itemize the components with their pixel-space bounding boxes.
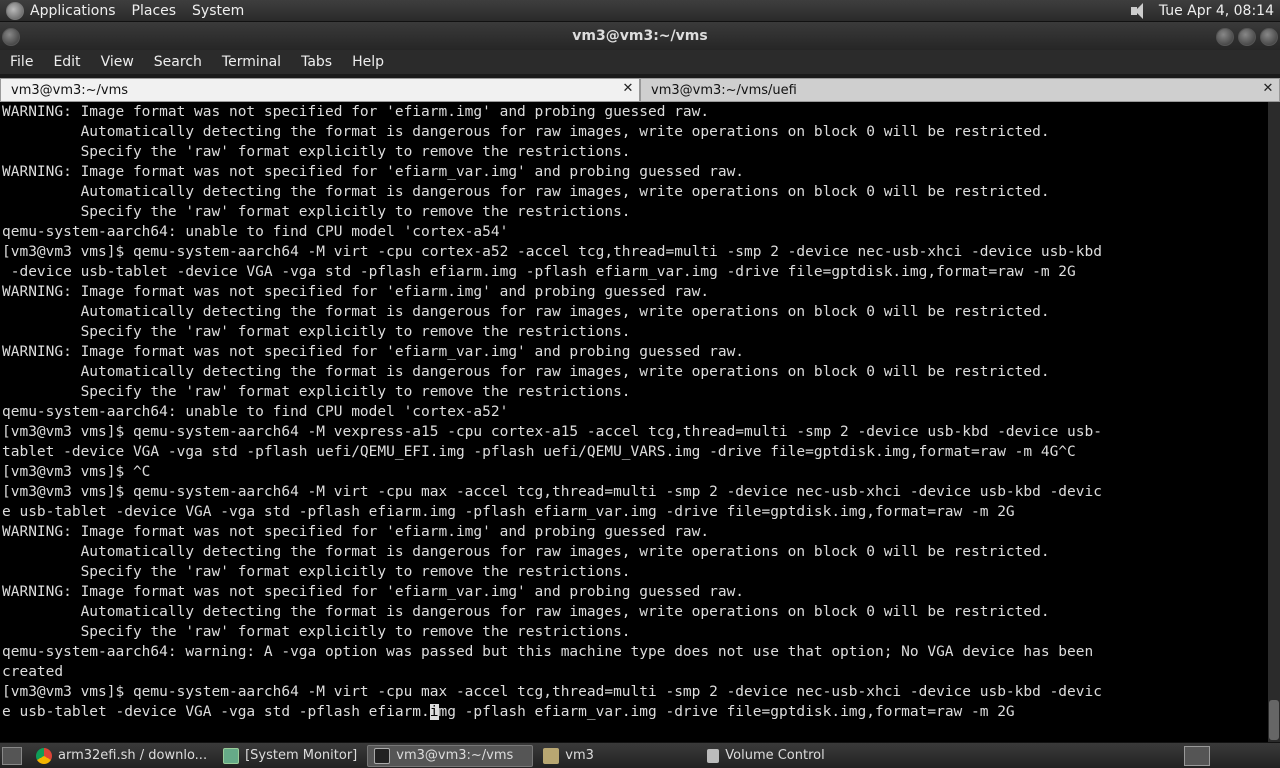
terminal-line: e usb-tablet -device VGA -vga std -pflas… [2, 504, 1015, 520]
task-chrome[interactable]: arm32efi.sh / downlo... [30, 745, 213, 767]
tray-terminal-icon[interactable] [1184, 745, 1210, 766]
volume-icon[interactable] [1129, 2, 1149, 19]
task-label: arm32efi.sh / downlo... [58, 748, 208, 763]
terminal-line: Automatically detecting the format is da… [2, 184, 1050, 200]
terminal-line: [vm3@vm3 vms]$ ^C [2, 464, 151, 480]
terminal-icon [374, 747, 391, 764]
gnome-foot-icon[interactable] [6, 1, 24, 20]
tab-label: vm3@vm3:~/vms [11, 82, 129, 98]
minimize-button[interactable] [1216, 28, 1234, 46]
show-desktop-icon[interactable] [2, 746, 22, 765]
task-label: Volume Control [725, 748, 825, 763]
bottom-taskbar: arm32efi.sh / downlo... [System Monitor]… [0, 742, 1280, 768]
terminal-line: WARNING: Image format was not specified … [2, 104, 710, 120]
task-terminal[interactable]: vm3@vm3:~/vms [367, 744, 534, 767]
menu-terminal[interactable]: Terminal [222, 54, 281, 70]
tab-bar: vm3@vm3:~/vms ✕ vm3@vm3:~/vms/uefi ✕ [0, 78, 1280, 102]
terminal-scrollbar[interactable] [1268, 102, 1280, 742]
menu-help[interactable]: Help [352, 54, 384, 70]
terminal-line: Automatically detecting the format is da… [2, 124, 1050, 140]
terminal-line: Specify the 'raw' format explicitly to r… [2, 384, 631, 400]
terminal-line: WARNING: Image format was not specified … [2, 524, 710, 540]
terminal-line: tablet -device VGA -vga std -pflash uefi… [2, 444, 1076, 460]
close-icon[interactable]: ✕ [621, 82, 635, 96]
terminal-line: [vm3@vm3 vms]$ qemu-system-aarch64 -M ve… [2, 424, 1102, 440]
terminal-line: qemu-system-aarch64: warning: A -vga opt… [2, 644, 1094, 660]
terminal-line: [vm3@vm3 vms]$ qemu-system-aarch64 -M vi… [2, 484, 1102, 500]
terminal-line: Automatically detecting the format is da… [2, 604, 1050, 620]
menu-search[interactable]: Search [154, 54, 202, 70]
menu-file[interactable]: File [10, 54, 33, 70]
clock[interactable]: Tue Apr 4, 08:14 [1159, 3, 1274, 19]
chrome-icon [36, 747, 52, 764]
task-label: [System Monitor] [245, 748, 358, 763]
task-label: vm3 [565, 748, 594, 763]
applications-menu[interactable]: Applications [30, 3, 116, 19]
close-window-button[interactable] [1260, 28, 1278, 46]
places-menu[interactable]: Places [132, 3, 177, 19]
scrollbar-thumb[interactable] [1269, 700, 1279, 740]
close-icon[interactable]: ✕ [1261, 82, 1275, 96]
terminal-line: -device usb-tablet -device VGA -vga std … [2, 264, 1076, 280]
speaker-icon [707, 748, 720, 763]
terminal-line: Specify the 'raw' format explicitly to r… [2, 624, 631, 640]
system-menu[interactable]: System [192, 3, 244, 19]
terminal-output[interactable]: WARNING: Image format was not specified … [0, 102, 1268, 742]
window-titlebar[interactable]: vm3@vm3:~/vms [0, 22, 1280, 50]
task-volume-control[interactable]: Volume Control [701, 745, 830, 767]
terminal-line: Automatically detecting the format is da… [2, 544, 1050, 560]
terminal-line: WARNING: Image format was not specified … [2, 284, 710, 300]
task-system-monitor[interactable]: [System Monitor] [217, 745, 363, 767]
window-menu-button[interactable] [2, 28, 20, 46]
tab-vms-uefi[interactable]: vm3@vm3:~/vms/uefi ✕ [640, 78, 1280, 102]
terminal-line: WARNING: Image format was not specified … [2, 344, 745, 360]
terminal-line: qemu-system-aarch64: unable to find CPU … [2, 404, 509, 420]
terminal-line: Specify the 'raw' format explicitly to r… [2, 564, 631, 580]
maximize-button[interactable] [1238, 28, 1256, 46]
terminal-line: Automatically detecting the format is da… [2, 304, 1050, 320]
line-text: mg -pflash efiarm_var.img -drive file=gp… [438, 704, 1015, 720]
folder-icon [543, 747, 560, 764]
terminal-line: Specify the 'raw' format explicitly to r… [2, 204, 631, 220]
text-cursor: i [429, 704, 439, 720]
system-monitor-icon [223, 747, 240, 764]
window-title: vm3@vm3:~/vms [572, 28, 708, 44]
terminal-line: WARNING: Image format was not specified … [2, 164, 745, 180]
tab-vms[interactable]: vm3@vm3:~/vms ✕ [0, 78, 640, 102]
terminal-line: [vm3@vm3 vms]$ qemu-system-aarch64 -M vi… [2, 684, 1102, 700]
panel-tray: Tue Apr 4, 08:14 [1129, 2, 1280, 19]
menu-view[interactable]: View [101, 54, 134, 70]
task-folder-vm3[interactable]: vm3 [537, 745, 697, 767]
terminal-line-current: e usb-tablet -device VGA -vga std -pflas… [2, 702, 1268, 722]
terminal-line: qemu-system-aarch64: unable to find CPU … [2, 224, 509, 240]
terminal-line: WARNING: Image format was not specified … [2, 584, 745, 600]
task-label: vm3@vm3:~/vms [396, 748, 514, 763]
top-panel: Applications Places System Tue Apr 4, 08… [0, 0, 1280, 22]
terminal-line: Automatically detecting the format is da… [2, 364, 1050, 380]
menubar: File Edit View Search Terminal Tabs Help [0, 50, 1280, 74]
terminal-line: Specify the 'raw' format explicitly to r… [2, 144, 631, 160]
terminal-line: created [2, 664, 64, 680]
terminal-line: [vm3@vm3 vms]$ qemu-system-aarch64 -M vi… [2, 244, 1102, 260]
menu-edit[interactable]: Edit [53, 54, 80, 70]
tab-label: vm3@vm3:~/vms/uefi [651, 82, 797, 98]
line-text: e usb-tablet -device VGA -vga std -pflas… [2, 704, 430, 720]
terminal-line: Specify the 'raw' format explicitly to r… [2, 324, 631, 340]
menu-tabs[interactable]: Tabs [301, 54, 332, 70]
